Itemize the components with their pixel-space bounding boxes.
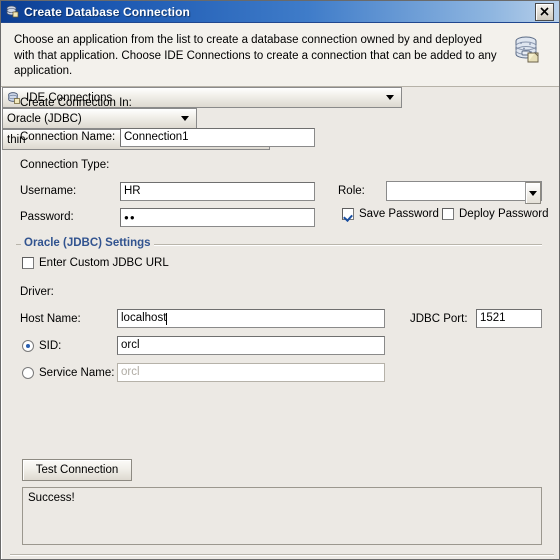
- username-label: Username:: [20, 185, 77, 197]
- sid-radio[interactable]: SID:: [22, 340, 61, 352]
- service-name-radio[interactable]: Service Name:: [22, 367, 114, 379]
- connection-type-label-wrap: Connection Type:: [20, 159, 109, 171]
- password-value: ●●: [124, 213, 136, 222]
- header-description: Choose an application from the list to c…: [14, 34, 497, 77]
- password-label: Password:: [20, 211, 74, 223]
- create-connection-in-label-wrap: Create Connection In:: [20, 97, 132, 109]
- create-connection-in-label: Create Connection In:: [20, 97, 132, 109]
- host-name-input[interactable]: localhost: [117, 309, 385, 328]
- host-name-label-wrap: Host Name:: [20, 313, 81, 325]
- jdbc-port-label-wrap: JDBC Port:: [410, 313, 468, 325]
- deploy-password-checkbox[interactable]: Deploy Password: [442, 208, 548, 220]
- connection-name-value: Connection1: [124, 131, 189, 143]
- radio-icon[interactable]: [22, 340, 34, 352]
- radio-icon[interactable]: [22, 367, 34, 379]
- window-title: Create Database Connection: [24, 4, 190, 19]
- dialog-body: Create Connection In: IDE Connections Co…: [1, 87, 559, 559]
- role-value: [387, 182, 525, 200]
- chevron-down-icon[interactable]: [525, 182, 541, 204]
- footer-divider: [10, 554, 554, 556]
- jdbc-settings-group-title: Oracle (JDBC) Settings: [24, 237, 151, 249]
- close-icon[interactable]: [535, 2, 554, 21]
- sid-label: SID:: [39, 340, 62, 352]
- connection-type-combo[interactable]: Oracle (JDBC): [2, 108, 197, 129]
- save-password-checkbox[interactable]: Save Password: [342, 208, 439, 220]
- connection-type-value: Oracle (JDBC): [7, 112, 82, 125]
- custom-jdbc-url-label: Enter Custom JDBC URL: [39, 257, 169, 269]
- connection-status-box: Success!: [22, 487, 542, 545]
- sid-input[interactable]: orcl: [117, 336, 385, 355]
- create-database-connection-dialog: Create Database Connection Choose an app…: [0, 0, 560, 560]
- database-connection-icon: [5, 4, 20, 19]
- connection-name-input[interactable]: Connection1: [120, 128, 315, 147]
- chevron-down-icon[interactable]: [181, 116, 189, 121]
- connection-name-label-wrap: Connection Name:: [20, 131, 115, 143]
- role-label-wrap: Role:: [338, 185, 365, 197]
- chevron-down-icon[interactable]: [386, 95, 394, 100]
- checkbox-icon[interactable]: [342, 208, 354, 220]
- save-password-label: Save Password: [359, 208, 439, 220]
- test-connection-label: Test Connection: [35, 464, 119, 476]
- driver-label-wrap: Driver:: [20, 286, 54, 298]
- host-name-label: Host Name:: [20, 313, 81, 325]
- password-input[interactable]: ●●: [120, 208, 315, 227]
- role-combo[interactable]: [386, 181, 542, 204]
- jdbc-port-input[interactable]: 1521: [476, 309, 542, 328]
- connection-name-label: Connection Name:: [20, 131, 116, 143]
- database-plug-icon: [511, 34, 545, 68]
- title-bar: Create Database Connection: [1, 1, 559, 23]
- ide-connections-icon: [7, 91, 21, 105]
- checkbox-icon[interactable]: [442, 208, 454, 220]
- connection-status-text: Success!: [28, 492, 75, 504]
- username-label-wrap: Username:: [20, 185, 76, 197]
- service-name-label: Service Name:: [39, 367, 115, 379]
- username-value: HR: [124, 185, 141, 197]
- group-dash: [16, 244, 21, 245]
- group-divider: [154, 244, 542, 246]
- header-panel: Choose an application from the list to c…: [1, 23, 559, 87]
- host-name-value: localhost: [121, 312, 167, 324]
- role-label: Role:: [338, 185, 365, 197]
- checkbox-icon[interactable]: [22, 257, 34, 269]
- jdbc-port-label: JDBC Port:: [410, 313, 468, 325]
- deploy-password-label: Deploy Password: [459, 208, 549, 220]
- connection-type-label: Connection Type:: [20, 159, 110, 171]
- username-input[interactable]: HR: [120, 182, 315, 201]
- jdbc-port-value: 1521: [480, 312, 506, 324]
- custom-jdbc-url-checkbox[interactable]: Enter Custom JDBC URL: [22, 257, 169, 269]
- test-connection-button[interactable]: Test Connection: [22, 459, 132, 481]
- sid-value: orcl: [121, 339, 140, 351]
- service-name-input[interactable]: orcl: [117, 363, 385, 382]
- service-name-placeholder: orcl: [121, 366, 140, 378]
- driver-label: Driver:: [20, 286, 54, 298]
- password-label-wrap: Password:: [20, 211, 74, 223]
